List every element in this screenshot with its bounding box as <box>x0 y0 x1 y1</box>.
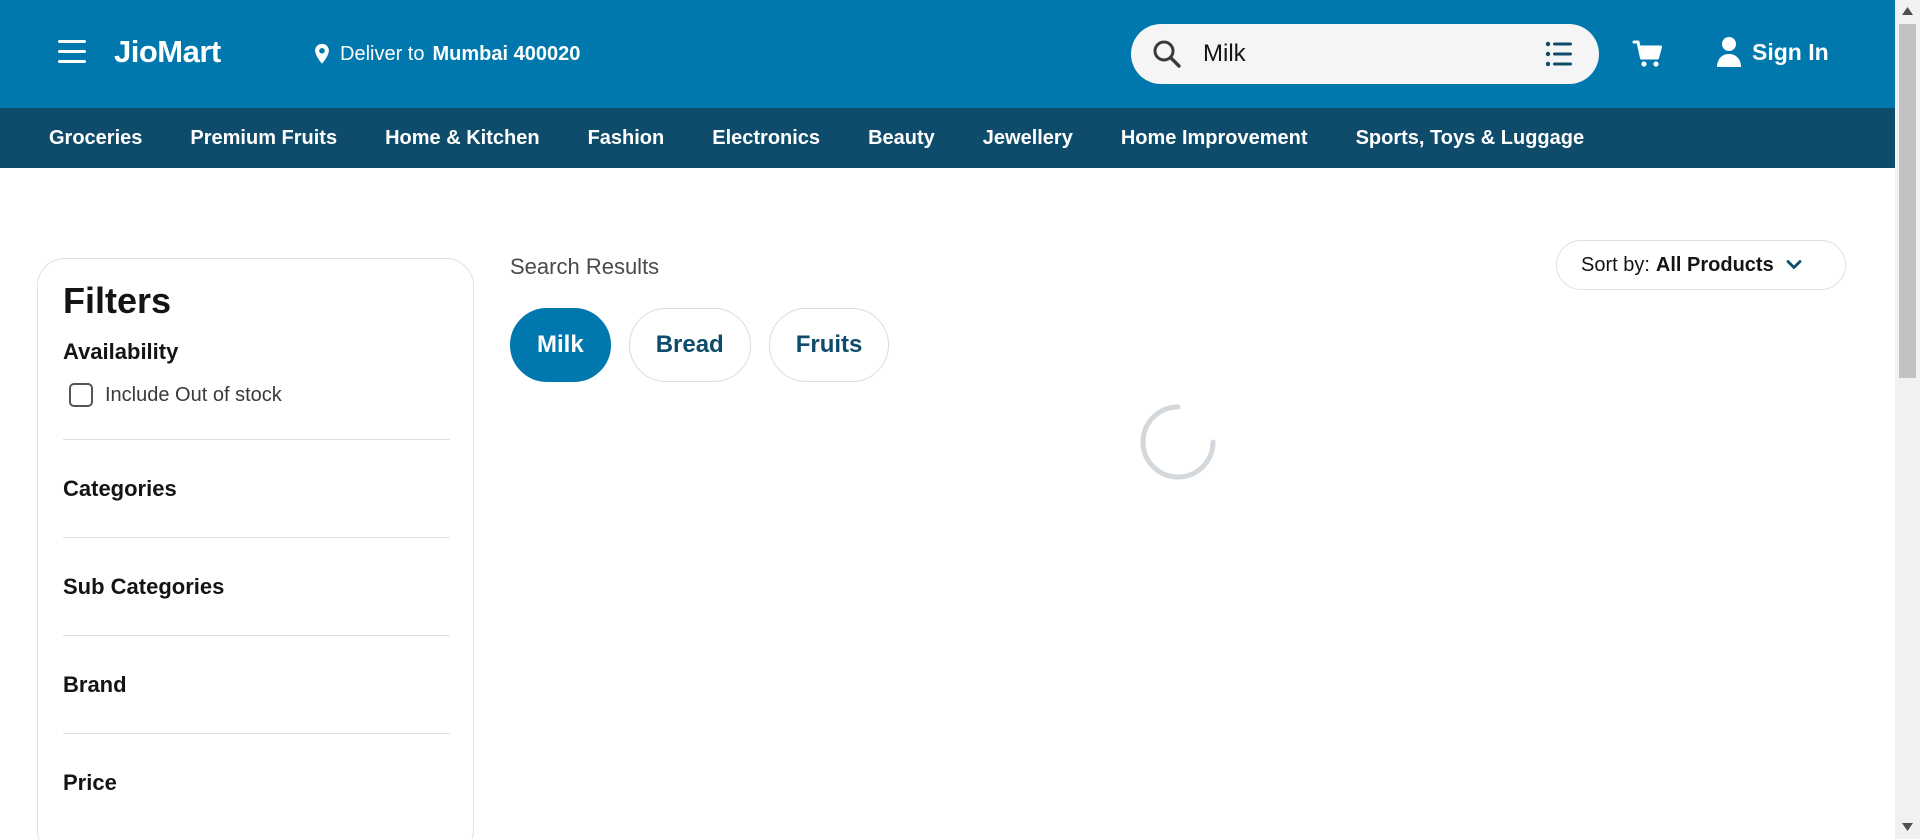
nav-home-improvement[interactable]: Home Improvement <box>1121 127 1308 150</box>
nav-premium-fruits[interactable]: Premium Fruits <box>190 127 337 150</box>
sort-dropdown[interactable]: Sort by: All Products <box>1556 240 1846 290</box>
top-header: JioMart Deliver to Mumbai 400020 Milk Si… <box>0 0 1895 108</box>
availability-heading: Availability <box>63 339 179 364</box>
deliver-location-value: Mumbai 400020 <box>432 42 581 65</box>
chip-milk[interactable]: Milk <box>510 308 611 382</box>
sign-in-label: Sign In <box>1752 38 1829 65</box>
suggestion-chips: Milk Bread Fruits <box>510 308 890 382</box>
logo[interactable]: JioMart <box>114 34 221 70</box>
nav-fashion[interactable]: Fashion <box>588 127 665 150</box>
filter-price[interactable]: Price <box>63 734 449 831</box>
chevron-down-icon <box>1786 260 1802 269</box>
deliver-location[interactable]: Deliver to Mumbai 400020 <box>312 40 580 68</box>
search-icon[interactable] <box>1151 38 1183 70</box>
category-nav: Groceries Premium Fruits Home & Kitchen … <box>0 108 1895 168</box>
loading-spinner-icon <box>1140 404 1216 480</box>
list-icon[interactable] <box>1545 41 1573 67</box>
include-out-of-stock[interactable]: Include Out of stock <box>69 383 449 407</box>
sort-value: All Products <box>1655 253 1774 276</box>
chip-bread[interactable]: Bread <box>628 308 751 382</box>
search-input[interactable] <box>1203 34 1503 74</box>
scroll-up-arrow-icon[interactable] <box>1901 6 1914 16</box>
filter-categories[interactable]: Categories <box>63 440 449 537</box>
sort-prefix: Sort by: <box>1581 253 1650 276</box>
nav-beauty[interactable]: Beauty <box>868 127 935 150</box>
include-out-of-stock-checkbox[interactable] <box>69 383 93 407</box>
search-bar[interactable] <box>1131 24 1599 84</box>
nav-electronics[interactable]: Electronics <box>712 127 820 150</box>
search-results-title: Search Results <box>510 254 660 279</box>
nav-groceries[interactable]: Groceries <box>49 127 142 150</box>
nav-jewellery[interactable]: Jewellery <box>983 127 1073 150</box>
filter-brand[interactable]: Brand <box>63 636 449 733</box>
filters-panel: Filters Availability Include Out of stoc… <box>37 258 474 839</box>
scroll-down-arrow-icon[interactable] <box>1901 822 1914 832</box>
filter-sub-categories[interactable]: Sub Categories <box>63 538 449 635</box>
user-icon <box>1717 37 1741 67</box>
filters-title: Filters <box>63 280 172 321</box>
menu-icon[interactable] <box>58 40 88 66</box>
nav-sports-toys-luggage[interactable]: Sports, Toys & Luggage <box>1356 127 1585 150</box>
location-pin-icon <box>315 43 329 64</box>
sign-in-button[interactable]: Sign In <box>1716 36 1829 68</box>
page: JioMart Deliver to Mumbai 400020 Milk Si… <box>0 0 1920 839</box>
nav-home-kitchen[interactable]: Home & Kitchen <box>385 127 539 150</box>
include-out-of-stock-label: Include Out of stock <box>105 383 282 406</box>
cart-icon[interactable] <box>1632 38 1664 70</box>
scrollbar-thumb[interactable] <box>1899 24 1916 378</box>
chip-fruits[interactable]: Fruits <box>768 308 890 382</box>
page-scrollbar[interactable] <box>1895 0 1920 839</box>
deliver-prefix: Deliver to <box>340 42 425 65</box>
